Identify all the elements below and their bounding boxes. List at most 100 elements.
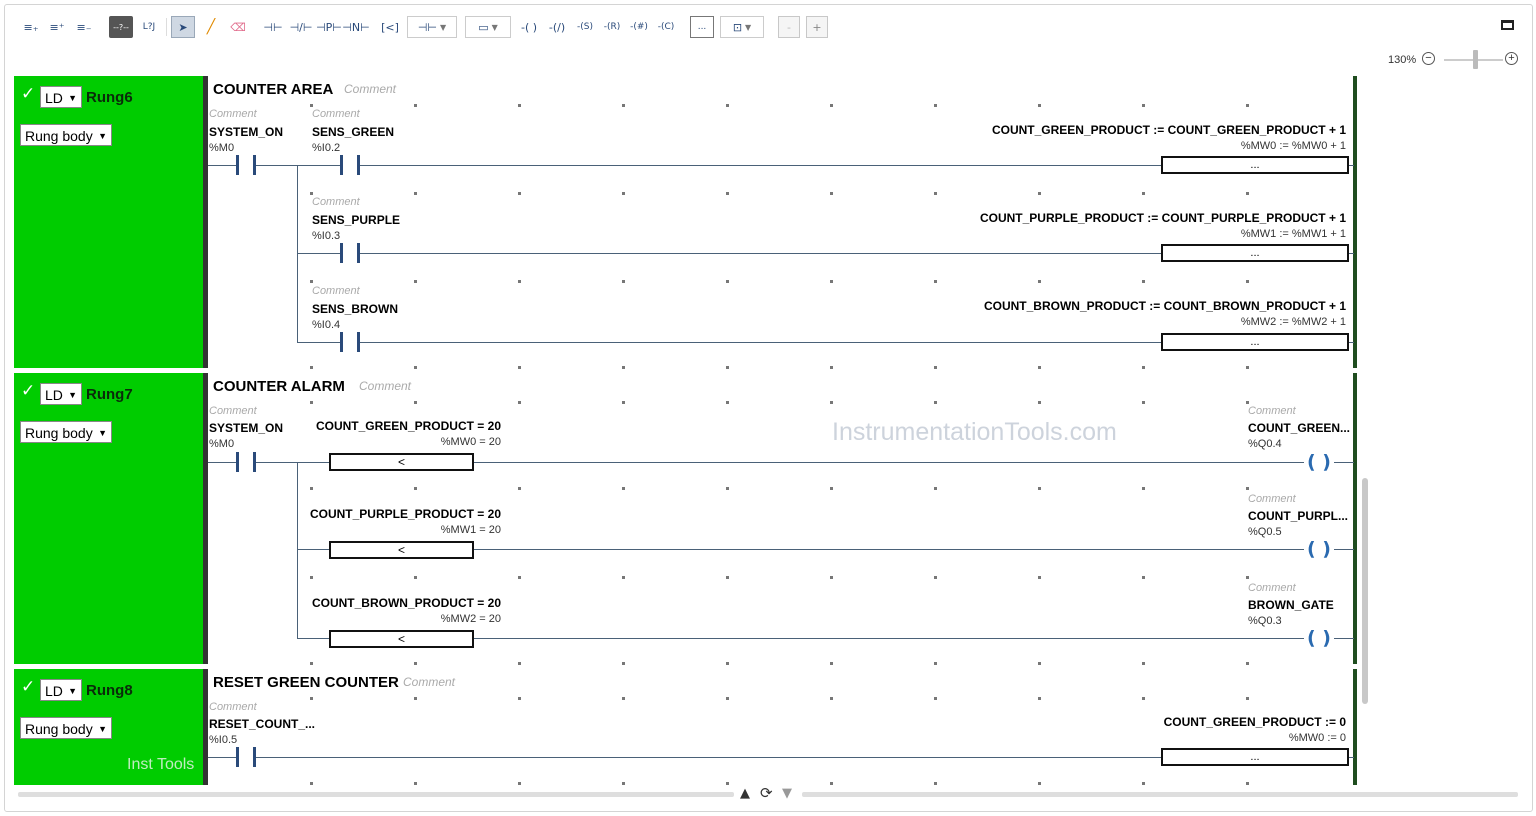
check-icon[interactable]: ✓ [21,84,35,104]
rung-title[interactable]: RESET GREEN COUNTER [213,674,399,691]
grid-dot [518,697,521,700]
no-contact[interactable] [340,155,360,175]
contact-variable[interactable]: RESET_COUNT_... [209,717,315,731]
rung-body-select[interactable]: Rung body ▼ [20,421,112,443]
compare-block[interactable]: < [329,453,474,471]
language-select[interactable]: LD ▼ [40,383,82,405]
contact-comment[interactable]: Comment [209,108,257,120]
rung-name: Rung6 [86,89,133,106]
operation-block[interactable]: ... [1161,156,1349,174]
contact-comment[interactable]: Comment [312,285,360,297]
coil-variable[interactable]: BROWN_GATE [1248,598,1334,612]
nc-contact-button[interactable]: ⊣/⊢ [288,16,314,38]
vertical-scrollbar[interactable] [1362,478,1368,704]
language-select[interactable]: LD ▼ [40,679,82,701]
contact-variable[interactable]: SENS_BROWN [312,302,398,316]
compare-block[interactable]: < [329,541,474,559]
compare-expression[interactable]: COUNT_GREEN_PRODUCT = 20 [316,419,501,433]
output-coil[interactable]: ( ) [1304,452,1334,472]
coil-button[interactable]: -( ) [517,16,541,38]
no-contact[interactable] [236,155,256,175]
operation-expression[interactable]: COUNT_GREEN_PRODUCT := 0 [1164,715,1346,729]
operation-block[interactable]: ... [1161,748,1349,766]
n-contact-button[interactable]: ⊣N⊢ [342,16,369,38]
output-coil[interactable]: ( ) [1304,539,1334,559]
zoom-slider-thumb[interactable] [1473,50,1478,69]
no-contact[interactable] [236,747,256,767]
rung-7[interactable]: ✓ LD ▼ Rung7 Rung body ▼ COUNTER ALARM Com… [14,373,1358,665]
reset-coil-button[interactable]: -(R) [599,16,625,38]
draw-line-tool-button[interactable]: ╱ [199,16,223,38]
function-block-dropdown-button[interactable]: ⊡ ▼ [720,16,764,38]
grid-dot [518,366,521,369]
operation-block[interactable]: ... [1161,333,1349,351]
no-contact[interactable] [340,243,360,263]
coil-comment[interactable]: Comment [1248,582,1296,594]
scroll-down-icon[interactable]: ▼ [782,786,792,801]
zoom-in-button[interactable]: + [1505,52,1518,65]
zoom-out-button[interactable]: − [1422,52,1435,65]
rung-6[interactable]: ✓ LD ▼ Rung6 Rung body ▼ COUNTER AREA Comm… [14,76,1358,369]
chevron-down-icon: ▼ [440,22,447,32]
output-coil[interactable]: ( ) [1304,628,1334,648]
horizontal-scrollbar-left[interactable] [18,792,734,797]
label-button[interactable]: L?J [137,16,161,38]
rung-body-select[interactable]: Rung body ▼ [20,717,112,739]
zoom-out-small-button[interactable]: - [778,16,800,38]
rung-comment[interactable]: Comment [403,675,455,689]
comment-toggle-button[interactable]: --?-- [109,16,133,38]
chevron-down-icon: ▼ [491,22,498,32]
contact-comment[interactable]: Comment [209,405,257,417]
contact-variable[interactable]: SENS_PURPLE [312,213,400,227]
nc-coil-button[interactable]: -(/) [544,16,570,38]
compare-expression[interactable]: COUNT_BROWN_PRODUCT = 20 [312,596,501,610]
rung-8[interactable]: ✓ LD ▼ Rung8 Rung body ▼ Inst Tools RESET … [14,669,1358,785]
coil-comment[interactable]: Comment [1248,405,1296,417]
rung-title[interactable]: COUNTER AREA [213,81,333,98]
rung-title[interactable]: COUNTER ALARM [213,378,345,395]
p-contact-button[interactable]: ⊣P⊢ [316,16,342,38]
language-select[interactable]: LD ▼ [40,86,82,108]
rung-comment[interactable]: Comment [344,82,396,96]
compare-block[interactable]: < [329,630,474,648]
rung-comment[interactable]: Comment [359,379,411,393]
insert-rung-below-button[interactable]: ≡⁺ [46,16,68,38]
call-coil-button[interactable]: -(C) [653,16,679,38]
operation-block-button[interactable]: ... [690,16,714,38]
coil-variable[interactable]: COUNT_PURPL... [1248,509,1348,523]
no-contact-button[interactable]: ⊣⊢ [260,16,286,38]
contact-comment[interactable]: Comment [312,108,360,120]
block-dropdown-button[interactable]: ▭ ▼ [465,16,511,38]
coil-comment[interactable]: Comment [1248,493,1296,505]
rung-body-select[interactable]: Rung body ▼ [20,124,112,146]
no-contact[interactable] [340,332,360,352]
maximize-icon[interactable] [1501,20,1514,30]
compare-expression[interactable]: COUNT_PURPLE_PRODUCT = 20 [310,507,501,521]
operation-expression[interactable]: COUNT_BROWN_PRODUCT := COUNT_BROWN_PRODU… [984,299,1346,313]
zoom-in-small-button[interactable]: + [806,16,828,38]
operation-expression[interactable]: COUNT_GREEN_PRODUCT := COUNT_GREEN_PRODU… [992,123,1346,137]
compare-block-button[interactable]: [<] [378,16,402,38]
eraser-tool-button[interactable]: ⌫ [226,16,250,38]
insert-rung-above-button[interactable]: ≡₊ [20,16,42,38]
contact-variable[interactable]: SENS_GREEN [312,125,394,139]
no-contact[interactable] [236,452,256,472]
hash-coil-button[interactable]: -(#) [626,16,652,38]
contact-comment[interactable]: Comment [209,701,257,713]
contact-dropdown-button[interactable]: ⊣⊢ ▼ [407,16,457,38]
delete-rung-button[interactable]: ≡₋ [73,16,95,38]
scroll-up-icon[interactable]: ▲ [740,786,750,801]
contact-variable[interactable]: SYSTEM_ON [209,125,283,139]
contact-variable[interactable]: SYSTEM_ON [209,421,283,435]
check-icon[interactable]: ✓ [21,677,35,697]
select-tool-button[interactable]: ➤ [171,16,195,38]
coil-variable[interactable]: COUNT_GREEN... [1248,421,1350,435]
chevron-down-icon: ▼ [98,428,107,438]
set-coil-button[interactable]: -(S) [572,16,598,38]
operation-block[interactable]: ... [1161,244,1349,262]
refresh-icon[interactable]: ⟳ [760,784,773,802]
operation-expression[interactable]: COUNT_PURPLE_PRODUCT := COUNT_PURPLE_PRO… [980,211,1346,225]
horizontal-scrollbar-right[interactable] [802,792,1518,797]
check-icon[interactable]: ✓ [21,381,35,401]
contact-comment[interactable]: Comment [312,196,360,208]
